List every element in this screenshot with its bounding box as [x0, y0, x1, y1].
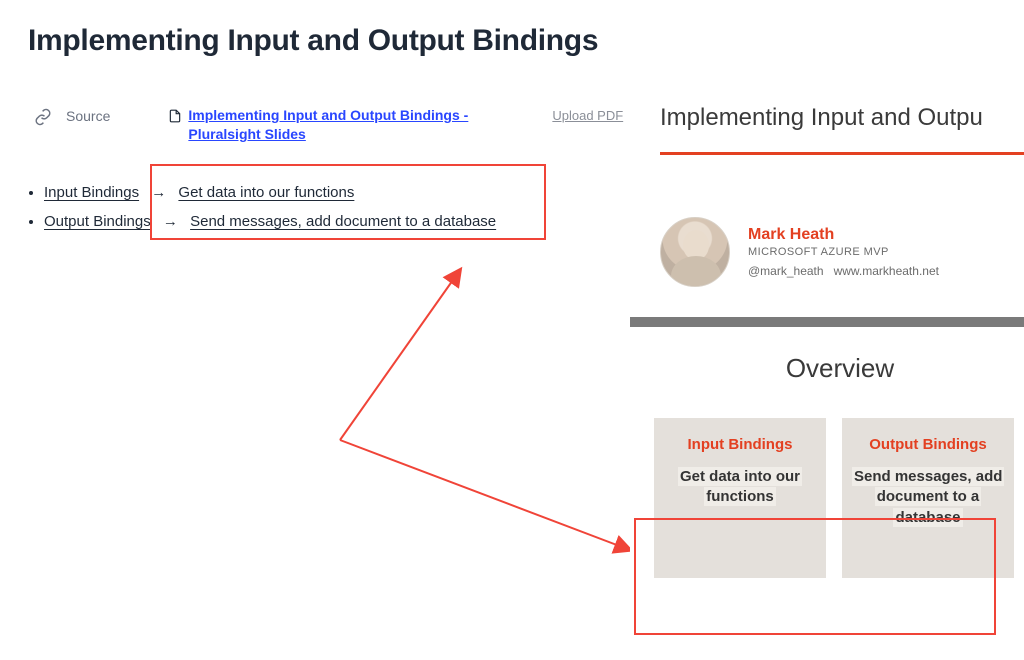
overview-heading: Overview	[630, 353, 1024, 384]
annotation-arrows	[160, 240, 660, 570]
card-body: Get data into our functions	[678, 467, 802, 506]
card-heading: Output Bindings	[852, 436, 1004, 453]
link-icon	[34, 108, 52, 126]
author-handle: @mark_heath	[748, 264, 824, 278]
annotation-highlight-box	[634, 518, 996, 635]
slide-title: Implementing Input and Outpu	[660, 104, 1024, 132]
card-heading: Input Bindings	[664, 436, 816, 453]
file-pdf-icon	[168, 108, 182, 124]
note-canvas: Implementing Input and Output Bindings S…	[0, 0, 1024, 660]
slide-title-block: Implementing Input and Outpu	[630, 80, 1024, 140]
source-link[interactable]: Implementing Input and Output Bindings -…	[168, 106, 528, 144]
author-block: Mark Heath MICROSOFT AZURE MVP @mark_hea…	[630, 155, 1024, 311]
page-title: Implementing Input and Output Bindings	[28, 24, 598, 58]
source-row: Source Implementing Input and Output Bin…	[34, 106, 623, 144]
source-link-text: Implementing Input and Output Bindings -…	[188, 106, 528, 144]
author-name: Mark Heath	[748, 226, 939, 244]
bullet-term: Input Bindings	[44, 184, 139, 201]
bullet-term: Output Bindings	[44, 213, 151, 230]
author-site: www.markheath.net	[834, 264, 939, 278]
upload-pdf-link[interactable]: Upload PDF	[552, 108, 623, 123]
author-role: MICROSOFT AZURE MVP	[748, 246, 939, 258]
slide-separator	[630, 317, 1024, 327]
author-contact: @mark_heath www.markheath.net	[748, 264, 939, 278]
avatar	[660, 217, 730, 287]
author-meta: Mark Heath MICROSOFT AZURE MVP @mark_hea…	[748, 226, 939, 278]
source-label: Source	[66, 108, 110, 124]
annotation-highlight-box	[150, 164, 546, 240]
